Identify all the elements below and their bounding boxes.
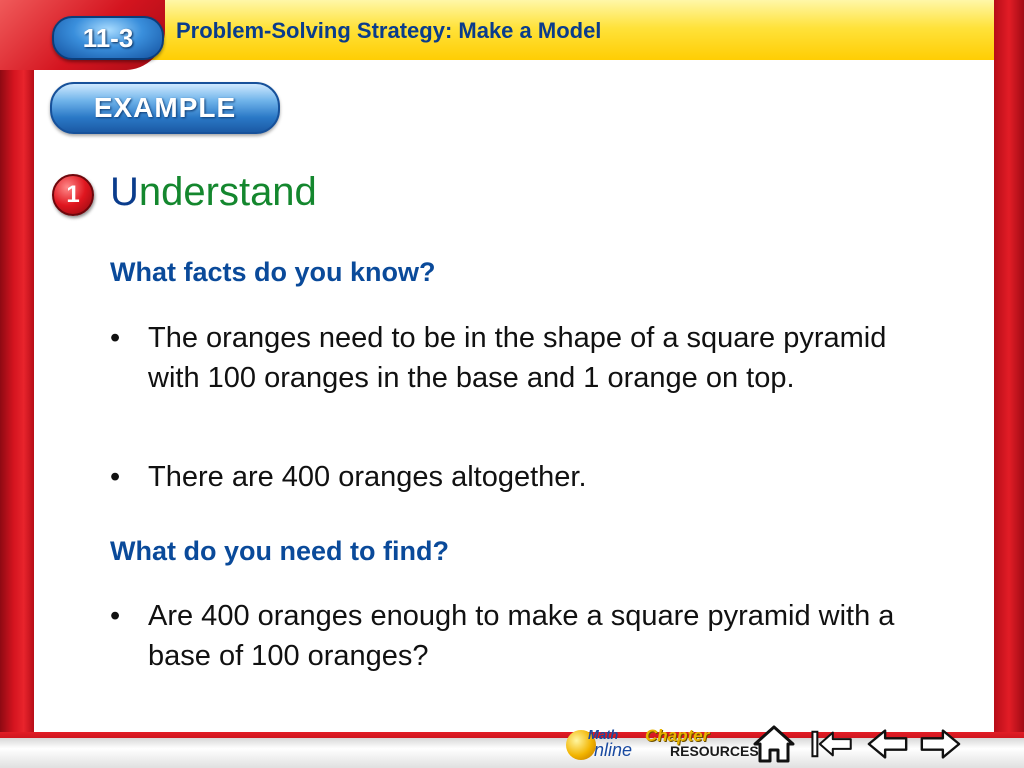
list-item: • There are 400 oranges altogether. <box>110 457 910 497</box>
chapter-resources-resources-label[interactable]: RESOURCES <box>670 743 759 759</box>
first-slide-icon <box>811 730 852 758</box>
bullet-text: There are 400 oranges altogether. <box>148 461 587 493</box>
next-slide-button[interactable] <box>918 724 962 764</box>
question-find: What do you need to find? <box>110 536 449 566</box>
list-item: • The oranges need to be in the shape of… <box>110 318 910 398</box>
bullet-text: Are 400 oranges enough to make a square … <box>148 600 895 672</box>
bullet-marker: • <box>110 322 121 354</box>
list-item: • Are 400 oranges enough to make a squar… <box>110 596 910 676</box>
bullet-marker: • <box>110 461 121 493</box>
step-number-badge: 1 <box>52 174 94 216</box>
step-title-rest: nderstand <box>138 170 317 214</box>
question-facts: What facts do you know? <box>110 257 436 287</box>
frame-right <box>994 0 1024 768</box>
frame-left <box>0 0 34 768</box>
previous-slide-button[interactable] <box>866 724 910 764</box>
lesson-number-badge: 11-3 <box>52 16 164 60</box>
math-online-online-label[interactable]: nline <box>594 740 632 761</box>
first-slide-button[interactable] <box>810 724 854 764</box>
home-icon <box>753 725 795 763</box>
previous-slide-icon <box>867 729 908 759</box>
home-button[interactable] <box>752 724 796 764</box>
step-title: Understand <box>110 170 317 215</box>
example-label: EXAMPLE <box>50 82 280 134</box>
next-slide-icon <box>920 729 961 759</box>
bullet-marker: • <box>110 600 121 632</box>
bullet-text: The oranges need to be in the shape of a… <box>148 322 887 394</box>
lesson-title: Problem-Solving Strategy: Make a Model <box>176 18 602 43</box>
step-title-initial: U <box>110 170 139 214</box>
